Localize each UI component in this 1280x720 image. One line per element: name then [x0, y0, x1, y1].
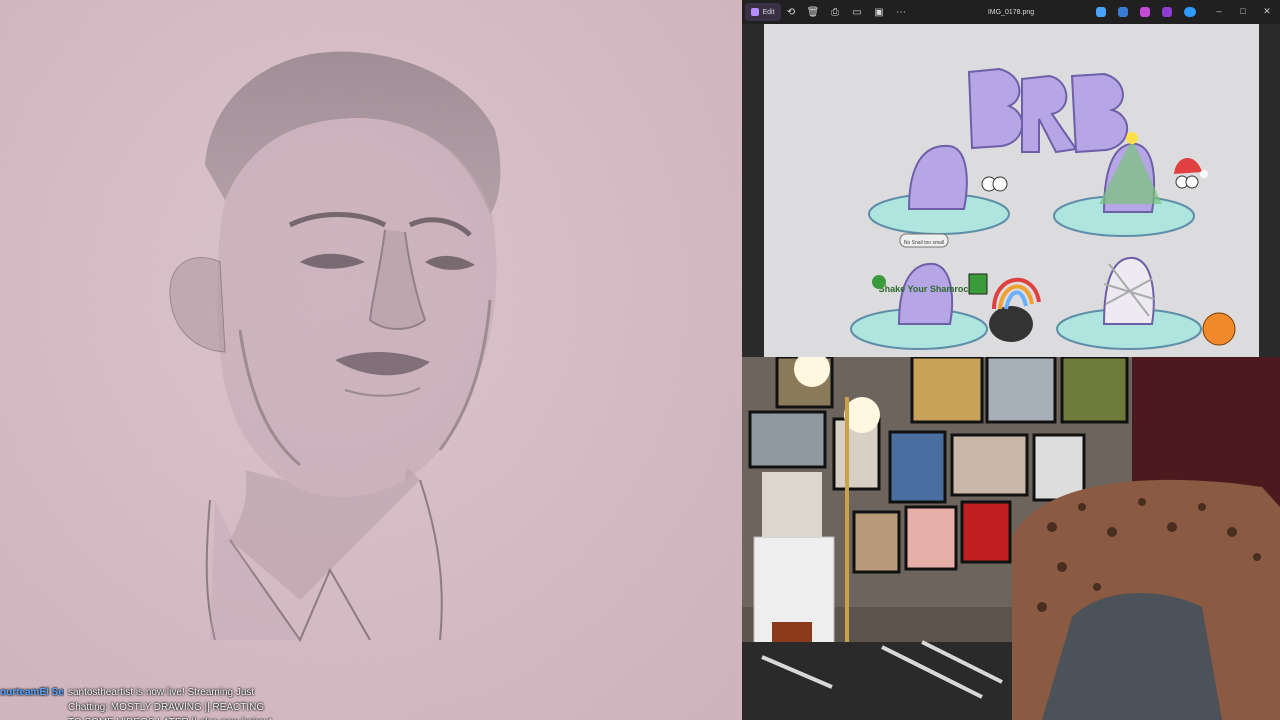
brb-image: No Snail too small Shake Your Shamrock: [764, 24, 1259, 357]
chat-overlay: ourteamEl Semonia santostheartist is now…: [0, 683, 742, 720]
drawing-paper: ourteamEl Semonia santostheartist is now…: [0, 0, 742, 720]
file-name: IMG_0178.png: [987, 8, 1035, 16]
print-icon[interactable]: ⎙: [828, 3, 842, 21]
photos-icon[interactable]: [1118, 7, 1128, 17]
title-bar: Edit ⟲ 🗑 ⎙ ▭ ▣ ⋯ IMG_0178.png – □ ✕: [742, 0, 1280, 24]
edit-label: Edit: [762, 8, 775, 16]
crop-icon[interactable]: ▭: [850, 3, 864, 21]
chat-username: ourteamEl Semonia: [0, 687, 64, 698]
edit-button[interactable]: Edit: [745, 3, 781, 21]
snail-sign-text: No Snail too small: [904, 240, 944, 246]
edit-icon: [751, 8, 760, 16]
more-icon[interactable]: ⋯: [894, 3, 908, 21]
pencil-portrait: [0, 0, 742, 720]
brb-illustration: No Snail too small Shake Your Shamrock: [850, 67, 1236, 350]
onedrive-icon[interactable]: [1184, 7, 1196, 17]
delete-icon[interactable]: 🗑: [806, 3, 820, 21]
photos-viewer-window: Edit ⟲ 🗑 ⎙ ▭ ▣ ⋯ IMG_0178.png – □ ✕ No S…: [742, 0, 1280, 357]
viewer-gutter-left: [742, 24, 764, 357]
rotate-icon[interactable]: ⟲: [784, 3, 798, 21]
close-icon[interactable]: ✕: [1261, 5, 1273, 17]
webcam-scene: [742, 357, 1280, 720]
slideshow-icon[interactable]: ▣: [872, 3, 886, 21]
clipchamp-icon[interactable]: [1140, 7, 1150, 17]
maximize-icon[interactable]: □: [1237, 5, 1249, 17]
webcam-feed: [742, 357, 1280, 720]
shell-text: Shake Your Shamrock: [879, 284, 975, 294]
viewer-gutter-right: [1259, 24, 1280, 357]
minimize-icon[interactable]: –: [1213, 5, 1225, 17]
designer-icon[interactable]: [1162, 7, 1172, 17]
copilot-icon[interactable]: [1096, 7, 1106, 17]
chat-message: santostheartist is now live! Streaming J…: [68, 687, 272, 720]
